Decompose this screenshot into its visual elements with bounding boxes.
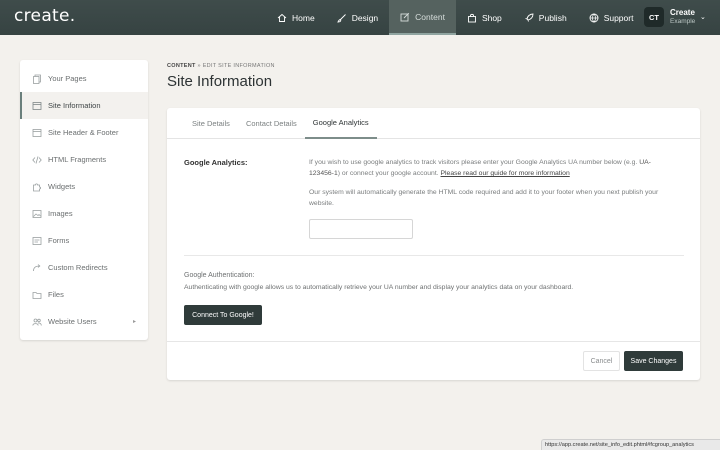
sidebar-item-website-users[interactable]: Website Users ▸	[20, 308, 148, 335]
pages-icon	[32, 74, 42, 84]
save-changes-button[interactable]: Save Changes	[624, 351, 683, 371]
image-icon	[32, 209, 42, 219]
code-icon	[32, 155, 42, 165]
tab-google-analytics[interactable]: Google Analytics	[304, 108, 377, 139]
status-bar-url: https://app.create.net/site_info_edit.ph…	[541, 439, 720, 450]
account-menu[interactable]: CT Create Example ⌄	[644, 7, 706, 27]
redirect-icon	[32, 263, 42, 273]
nav-item-content[interactable]: Content	[389, 0, 456, 35]
sidebar-item-label: Forms	[48, 236, 70, 245]
sidebar-item-label: Widgets	[48, 182, 76, 191]
sidebar-item-custom-redirects[interactable]: Custom Redirects	[20, 254, 148, 281]
sidebar-item-images[interactable]: Images	[20, 200, 148, 227]
sidebar-item-forms[interactable]: Forms	[20, 227, 148, 254]
sidebar-item-label: Site Information	[48, 101, 101, 110]
browser-icon	[32, 128, 42, 138]
globe-icon	[589, 13, 599, 22]
shop-icon	[467, 13, 476, 22]
settings-card: Site Details Contact Details Google Anal…	[167, 108, 700, 380]
account-name: Create	[670, 8, 695, 18]
nav-item-label: Shop	[481, 12, 502, 23]
nav-item-shop[interactable]: Shop	[456, 0, 513, 35]
rocket-icon	[525, 13, 534, 22]
nav-item-label: Home	[292, 12, 315, 23]
sidebar-item-label: Your Pages	[48, 74, 87, 83]
brush-icon	[336, 13, 346, 22]
nav-item-home[interactable]: Home	[266, 0, 326, 35]
sidebar-item-site-header-footer[interactable]: Site Header & Footer	[20, 119, 148, 146]
sidebar: Your Pages Site Information Site Header …	[20, 60, 148, 340]
folder-icon	[32, 290, 42, 300]
guide-link[interactable]: Please read our guide for more informati…	[441, 170, 570, 177]
page-title: Site Information	[167, 73, 273, 90]
google-analytics-label: Google Analytics:	[184, 158, 248, 167]
puzzle-icon	[32, 182, 42, 192]
form-icon	[32, 236, 42, 246]
breadcrumb: CONTENT » EDIT SITE INFORMATION	[167, 63, 275, 69]
sidebar-item-label: Website Users	[48, 317, 97, 326]
sidebar-item-label: HTML Fragments	[48, 155, 107, 164]
tab-bar: Site Details Contact Details Google Anal…	[167, 108, 700, 139]
ua-number-input[interactable]	[309, 219, 413, 239]
connect-to-google-button[interactable]: Connect To Google!	[184, 305, 262, 325]
cancel-button[interactable]: Cancel	[583, 351, 620, 371]
google-auth-description: Authenticating with google allows us to …	[184, 284, 574, 291]
chevron-right-icon: ▸	[132, 319, 136, 325]
tab-contact-details[interactable]: Contact Details	[238, 108, 305, 139]
sidebar-item-site-information[interactable]: Site Information	[20, 92, 148, 119]
sidebar-item-files[interactable]: Files	[20, 281, 148, 308]
browser-icon	[32, 101, 42, 111]
sidebar-item-label: Files	[48, 290, 64, 299]
account-text: Create Example	[670, 8, 696, 25]
help-text: If you wish to use google analytics to t…	[309, 159, 640, 166]
home-icon	[277, 13, 287, 22]
sidebar-item-label: Custom Redirects	[48, 263, 108, 272]
sidebar-item-label: Images	[48, 209, 73, 218]
tab-site-details[interactable]: Site Details	[184, 108, 238, 139]
card-footer-divider	[167, 341, 700, 342]
google-auth-title: Google Authentication:	[184, 272, 255, 279]
nav-item-support[interactable]: Support	[578, 0, 645, 35]
nav-item-label: Support	[603, 12, 634, 23]
nav-item-publish[interactable]: Publish	[513, 0, 578, 35]
google-analytics-help: If you wish to use google analytics to t…	[309, 157, 669, 179]
google-analytics-note: Our system will automatically generate t…	[309, 189, 659, 208]
breadcrumb-content[interactable]: CONTENT	[167, 63, 196, 69]
help-text-2: ) or connect your google account.	[337, 170, 441, 178]
create-logo[interactable]: create.	[14, 6, 75, 26]
breadcrumb-separator: »	[197, 63, 201, 69]
chevron-down-icon: ⌄	[700, 14, 706, 21]
divider	[184, 255, 684, 256]
main-nav: Home Design Content Shop Publish Support	[266, 0, 644, 35]
users-icon	[32, 317, 42, 327]
sidebar-item-widgets[interactable]: Widgets	[20, 173, 148, 200]
nav-item-label: Content	[415, 11, 445, 22]
avatar: CT	[644, 7, 664, 27]
breadcrumb-current: EDIT SITE INFORMATION	[202, 63, 275, 69]
top-navigation-bar: create. Home Design Content Shop Publish…	[0, 0, 720, 35]
sidebar-item-your-pages[interactable]: Your Pages	[20, 65, 148, 92]
nav-item-design[interactable]: Design	[326, 0, 389, 35]
account-subtitle: Example	[670, 17, 696, 25]
edit-icon	[400, 12, 410, 21]
nav-item-label: Publish	[538, 12, 567, 23]
nav-item-label: Design	[351, 12, 379, 23]
sidebar-item-label: Site Header & Footer	[48, 128, 119, 137]
sidebar-item-html-fragments[interactable]: HTML Fragments	[20, 146, 148, 173]
